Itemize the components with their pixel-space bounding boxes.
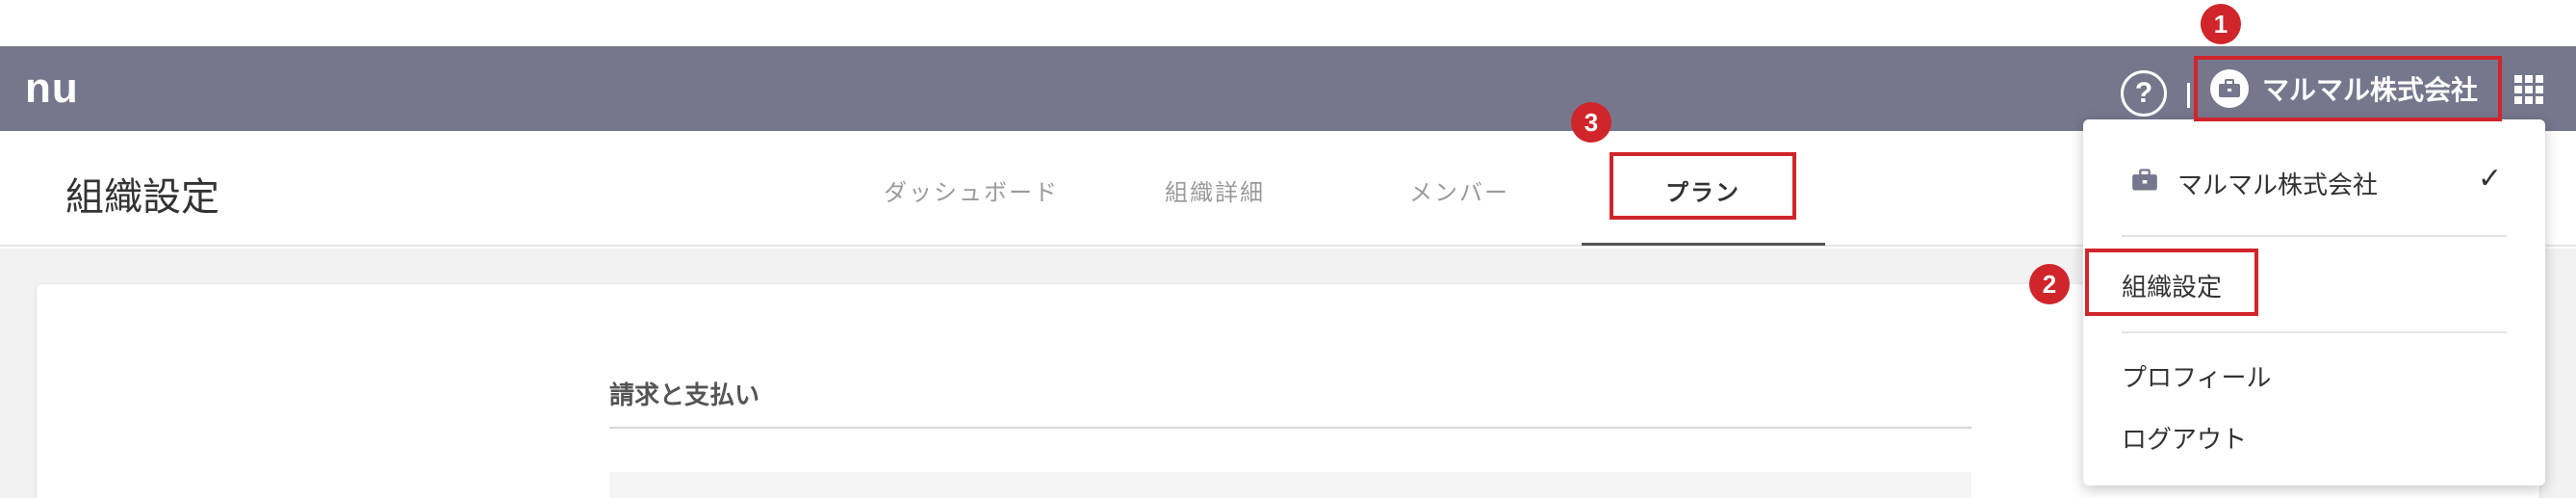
top-strip <box>0 0 2576 46</box>
section-title: 請求と支払い <box>609 381 760 410</box>
app-logo[interactable]: nu <box>25 67 79 110</box>
tab-org-details[interactable]: 組織詳細 <box>1165 173 1265 207</box>
page-title: 組織設定 <box>65 175 219 220</box>
app-grid-icon[interactable] <box>2514 75 2543 104</box>
dropdown-org-label: マルマル株式会社 <box>2177 171 2379 200</box>
dropdown-divider <box>2122 331 2507 333</box>
annotation-badge-3: 3 <box>1571 102 1611 143</box>
tab-members[interactable]: メンバー <box>1409 173 1509 207</box>
dropdown-divider <box>2122 235 2507 237</box>
annotation-box-plan-tab <box>1610 152 1796 220</box>
dropdown-org-item[interactable]: マルマル株式会社 <box>2131 166 2378 201</box>
dropdown-item-logout[interactable]: ログアウト <box>2122 420 2247 456</box>
check-icon: ✓ <box>2478 162 2503 196</box>
briefcase-icon <box>2131 169 2158 198</box>
active-tab-indicator <box>1582 243 1825 246</box>
dropdown-item-profile[interactable]: プロフィール <box>2122 358 2271 394</box>
annotation-box-org-settings <box>2085 249 2258 316</box>
tab-dashboard[interactable]: ダッシュボード <box>884 173 1059 207</box>
annotation-badge-2: 2 <box>2029 264 2070 304</box>
app-header: nu ? マルマル株式会社 <box>0 46 2576 131</box>
annotation-badge-1: 1 <box>2201 4 2241 44</box>
annotation-box-org-switcher <box>2194 56 2502 121</box>
section-panel <box>609 472 1971 498</box>
header-divider <box>2187 83 2190 108</box>
section-divider <box>609 427 1971 429</box>
help-button[interactable]: ? <box>2121 70 2167 117</box>
